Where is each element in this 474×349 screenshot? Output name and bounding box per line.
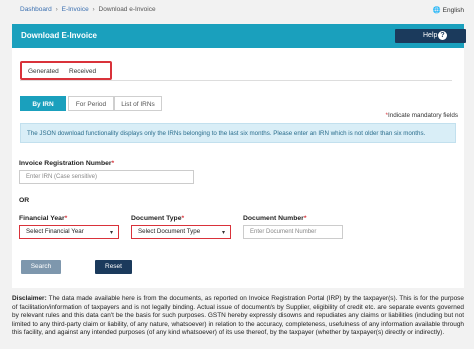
main-panel: Generated Received By IRN For Period Lis… [12,48,464,288]
chevron-down-icon: ▾ [109,230,113,236]
financial-year-label-text: Financial Year [19,215,65,222]
breadcrumb-e-invoice[interactable]: E-Invoice [62,6,89,13]
help-button[interactable]: Help ? [395,29,466,43]
irn-label: Invoice Registration Number* [19,160,114,167]
irn-label-text: Invoice Registration Number [19,160,112,167]
financial-year-label: Financial Year* [19,215,67,222]
page-header: Download E-Invoice Help ? [12,24,466,48]
subtab-for-period[interactable]: For Period [68,96,114,111]
tab-generated[interactable]: Generated [28,68,59,75]
document-type-select[interactable]: Select Document Type ▾ [131,225,231,239]
disclaimer-label: Disclaimer: [12,295,47,302]
disclaimer: Disclaimer: The data made available here… [12,295,464,338]
financial-year-select[interactable]: Select Financial Year ▾ [19,225,119,239]
info-alert: The JSON download functionality displays… [20,123,456,143]
mandatory-note-text: Indicate mandatory fields [387,112,458,119]
required-star: * [64,215,68,222]
reset-button[interactable]: Reset [95,260,132,274]
subtab-by-irn[interactable]: By IRN [20,96,66,111]
document-number-label: Document Number* [243,215,306,222]
language-selector[interactable]: 🌐 English [433,6,464,14]
disclaimer-text: The data made available here is from the… [12,295,464,337]
or-label: OR [19,197,30,204]
mandatory-note: *Indicate mandatory fields [386,112,458,119]
breadcrumb: Dashboard › E-Invoice › Download e-Invoi… [20,6,156,13]
tab-divider [20,80,452,81]
globe-icon: 🌐 [432,7,441,14]
breadcrumb-separator: › [55,6,58,13]
irn-input[interactable]: Enter IRN (Case sensitive) [19,170,194,184]
help-label: Help [423,32,438,39]
tabs-highlight: Generated Received [20,61,112,80]
top-bar: Dashboard › E-Invoice › Download e-Invoi… [0,0,474,22]
required-star: * [111,160,115,167]
required-star: * [181,215,185,222]
chevron-down-icon: ▾ [221,230,225,236]
page-title: Download E-Invoice [21,31,98,40]
document-type-label: Document Type* [131,215,184,222]
document-type-label-text: Document Type [131,215,182,222]
subtab-list-of-irns[interactable]: List of IRNs [114,96,162,111]
language-label: English [442,7,464,14]
tab-received[interactable]: Received [69,68,96,75]
document-type-value: Select Document Type [138,228,201,235]
question-icon: ? [438,31,447,40]
breadcrumb-current: Download e-Invoice [98,6,156,13]
financial-year-value: Select Financial Year [26,228,84,235]
document-number-input[interactable]: Enter Document Number [243,225,343,239]
info-text: The JSON download functionality displays… [27,130,426,137]
required-star: * [303,215,307,222]
document-number-label-text: Document Number [243,215,304,222]
search-button[interactable]: Search [21,260,61,274]
breadcrumb-dashboard[interactable]: Dashboard [20,6,52,13]
breadcrumb-separator: › [92,6,95,13]
